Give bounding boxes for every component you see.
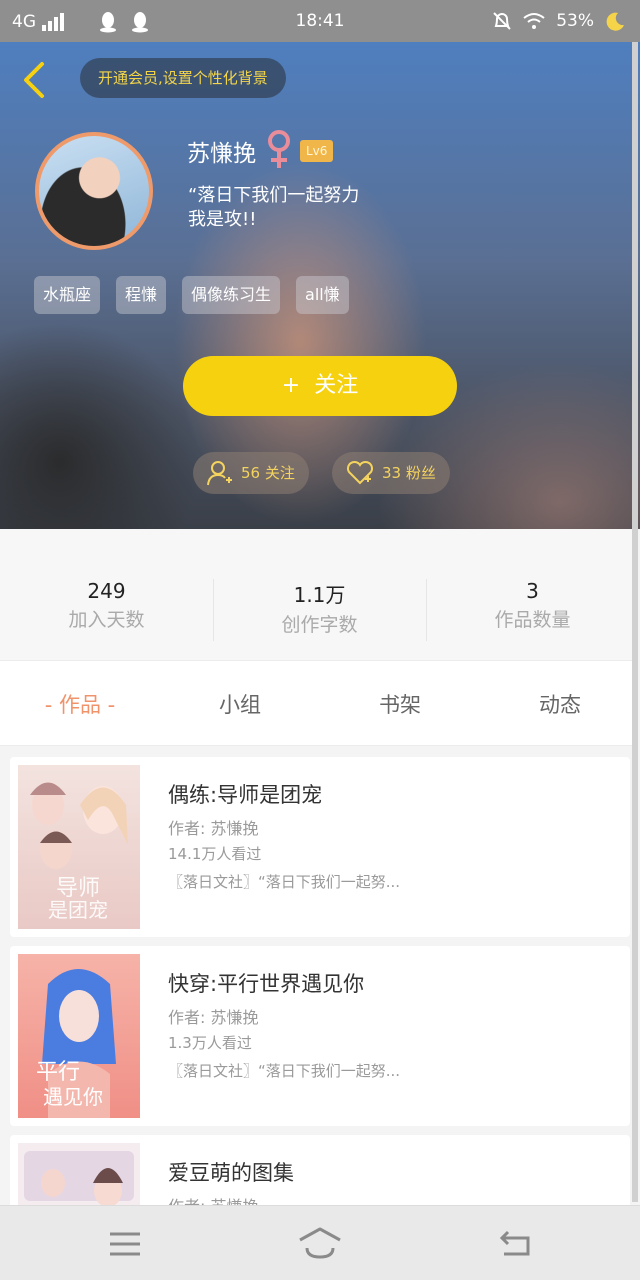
stat-label: 加入天数 — [68, 609, 145, 631]
wifi-icon — [523, 13, 545, 29]
svg-text:是团宠: 是团宠 — [48, 898, 108, 922]
stat-join-days: 249 加入天数 — [0, 579, 213, 632]
book-card[interactable]: 导师 是团宠 偶练:导师是团宠 作者: 苏慊挽 14.1万人看过 〖落日文社〗“… — [10, 757, 630, 937]
follow-button-label: 关注 — [314, 373, 359, 398]
following-pill[interactable]: 56 关注 — [193, 452, 309, 494]
following-count: 56 关注 — [241, 464, 295, 482]
tag[interactable]: 程慊 — [116, 276, 167, 314]
stat-word-count: 1.1万 创作字数 — [213, 579, 426, 637]
user-bio: “落日下我们一起努力 我是攻!! — [188, 185, 360, 230]
tab-activity[interactable]: 动态 — [480, 689, 640, 719]
plus-icon: + — [281, 373, 301, 398]
female-icon — [268, 130, 290, 168]
user-add-icon — [207, 461, 232, 486]
battery-label: 53% — [556, 11, 594, 31]
svg-text:遇见你: 遇见你 — [43, 1085, 103, 1109]
stats-panel: 249 加入天数 1.1万 创作字数 3 作品数量 — [0, 529, 632, 660]
stat-label: 作品数量 — [494, 609, 571, 631]
status-bar: 4G 18:41 53% — [0, 0, 640, 42]
book-views: 14.1万人看过 — [168, 845, 262, 863]
book-card[interactable]: 平行 遇见你 快穿:平行世界遇见你 作者: 苏慊挽 1.3万人看过 〖落日文社〗… — [10, 946, 630, 1126]
user-name: 苏慊挽 — [187, 141, 256, 167]
menu-icon[interactable] — [108, 1230, 142, 1258]
book-author: 作者: 苏慊挽 — [168, 1008, 259, 1027]
home-icon[interactable] — [297, 1226, 343, 1260]
tab-bar: - 作品 - 小组 书架 动态 — [0, 660, 632, 746]
book-title: 偶练:导师是团宠 — [168, 783, 323, 807]
moon-icon — [606, 12, 624, 31]
book-title: 爱豆萌的图集 — [168, 1161, 294, 1185]
tag-list: 水瓶座 程慊 偶像练习生 all慊 — [34, 276, 349, 314]
stat-value: 3 — [526, 579, 539, 603]
avatar[interactable] — [35, 132, 153, 250]
stat-works-count: 3 作品数量 — [426, 579, 639, 632]
book-cover[interactable]: 平行 遇见你 — [18, 954, 140, 1118]
profile-header: 开通会员,设置个性化背景 苏慊挽 Lv6 “落日下我们一起努力 我是攻!! 水瓶… — [0, 42, 640, 529]
tab-bookshelf[interactable]: 书架 — [320, 689, 480, 719]
follow-button[interactable]: + 关注 — [183, 356, 457, 416]
level-badge: Lv6 — [300, 140, 334, 162]
back-nav-icon[interactable] — [498, 1228, 532, 1258]
tag[interactable]: all慊 — [296, 276, 349, 314]
back-icon[interactable] — [18, 60, 58, 100]
svg-text:平行: 平行 — [36, 1060, 80, 1085]
fans-pill[interactable]: 33 粉丝 — [332, 452, 450, 494]
tab-groups[interactable]: 小组 — [160, 689, 320, 719]
vip-background-prompt[interactable]: 开通会员,设置个性化背景 — [80, 58, 286, 98]
book-views: 1.3万人看过 — [168, 1034, 252, 1052]
book-description: 〖落日文社〗“落日下我们一起努... — [168, 1062, 401, 1080]
system-nav-bar — [0, 1205, 640, 1280]
book-title: 快穿:平行世界遇见你 — [168, 972, 365, 996]
book-description: 〖落日文社〗“落日下我们一起努... — [168, 873, 401, 891]
tag[interactable]: 水瓶座 — [34, 276, 101, 314]
stat-value: 249 — [87, 579, 126, 603]
tab-works[interactable]: - 作品 - — [0, 689, 160, 719]
mute-icon — [493, 12, 511, 30]
book-author: 作者: 苏慊挽 — [168, 819, 259, 838]
tag[interactable]: 偶像练习生 — [182, 276, 281, 314]
stat-label: 创作字数 — [281, 614, 358, 636]
status-right: 53% — [492, 10, 626, 32]
stat-value: 1.1万 — [293, 583, 346, 607]
heart-add-icon — [346, 460, 374, 485]
fans-count: 33 粉丝 — [382, 464, 436, 482]
book-cover[interactable]: 导师 是团宠 — [18, 765, 140, 929]
